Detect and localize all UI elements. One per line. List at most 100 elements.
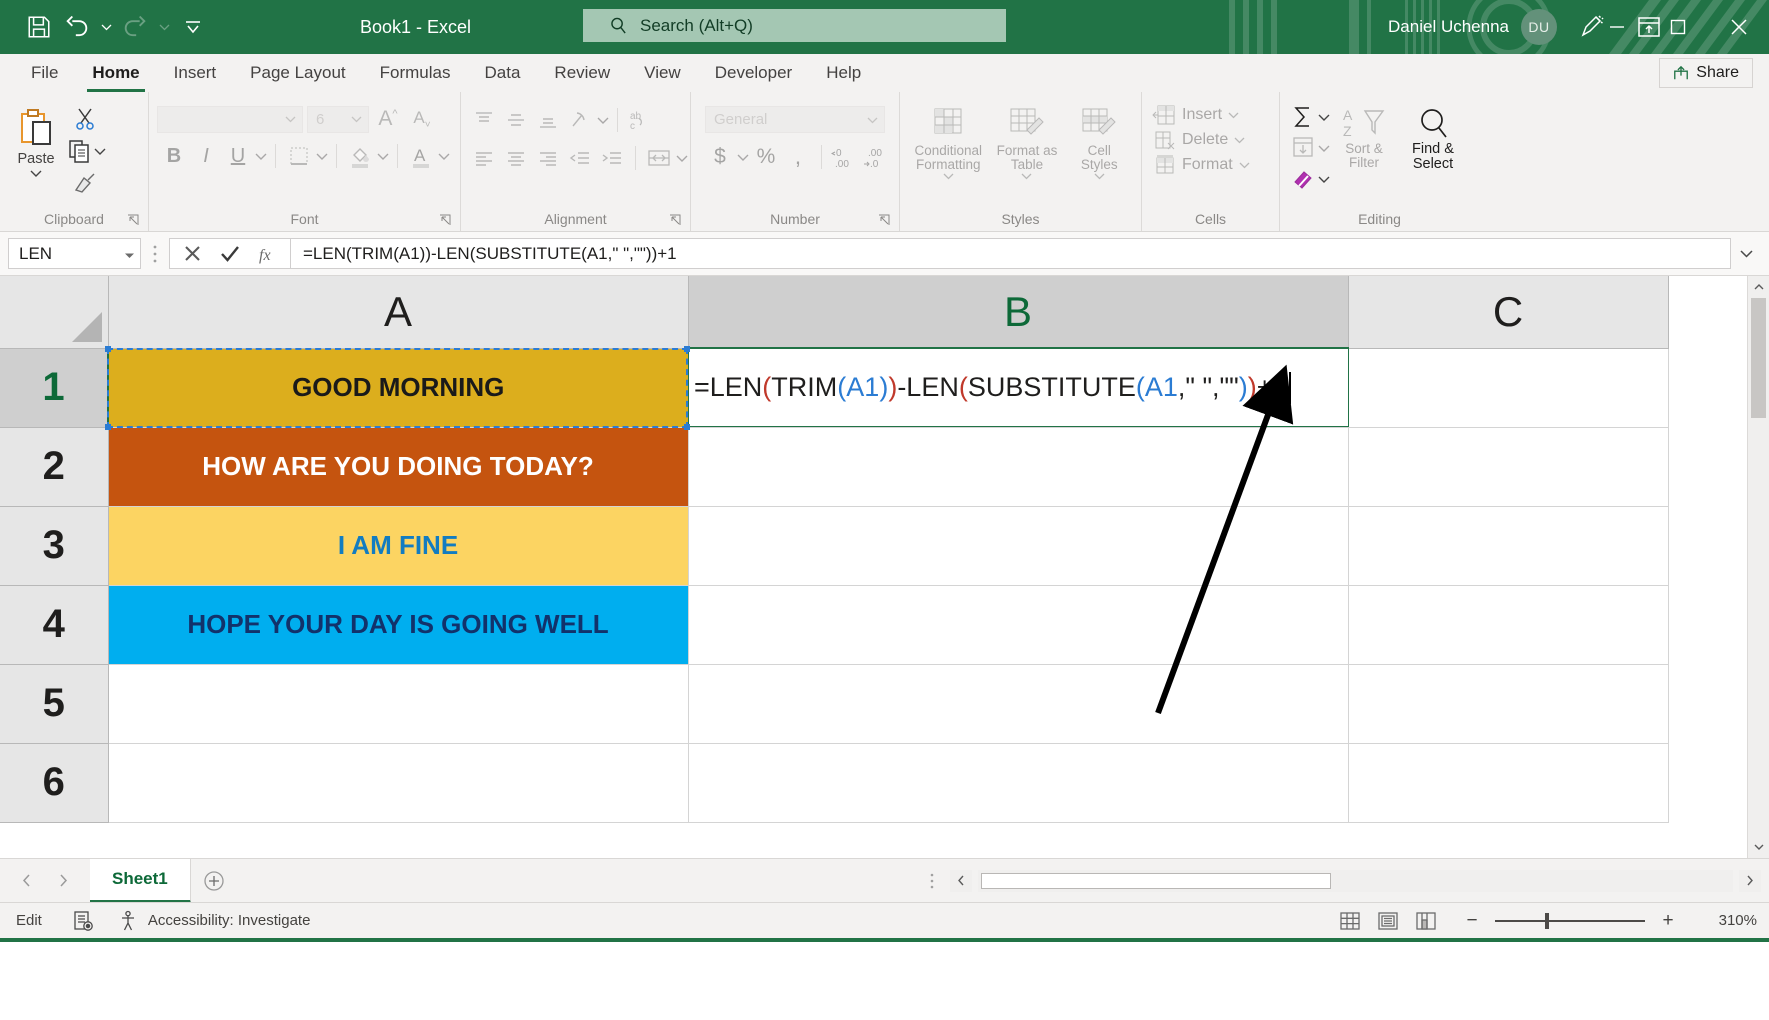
customize-qat-icon[interactable] <box>176 10 210 44</box>
scroll-up-button[interactable] <box>1748 276 1769 298</box>
orientation-dropdown-icon[interactable] <box>597 116 609 125</box>
sheet-tab-sheet1[interactable]: Sheet1 <box>90 859 191 903</box>
align-top-button[interactable] <box>469 105 499 135</box>
percent-button[interactable]: % <box>751 142 781 172</box>
maximize-icon[interactable] <box>1647 0 1708 54</box>
scroll-right-button[interactable] <box>1739 870 1761 892</box>
align-right-button[interactable] <box>533 143 563 173</box>
cancel-x-icon[interactable] <box>174 239 210 268</box>
fill-color-dropdown-icon[interactable] <box>377 152 389 161</box>
undo-dropdown-icon[interactable] <box>98 10 114 44</box>
clipboard-dialog-launcher-icon[interactable] <box>126 213 140 227</box>
enter-check-icon[interactable] <box>212 239 248 268</box>
number-format-combo[interactable]: General <box>705 106 885 133</box>
row-header-1[interactable]: 1 <box>0 348 108 427</box>
zoom-in-button[interactable]: + <box>1657 910 1679 932</box>
worksheet-grid[interactable]: A B C 1 GOOD MORNING 2 HOW ARE YOU DOING… <box>0 276 1747 858</box>
font-color-dropdown-icon[interactable] <box>438 152 450 161</box>
horizontal-scroll-thumb[interactable] <box>981 873 1331 889</box>
zoom-out-button[interactable]: − <box>1461 910 1483 932</box>
expand-formula-bar-icon[interactable] <box>1731 249 1761 258</box>
save-icon[interactable] <box>22 10 56 44</box>
cell-b5[interactable] <box>688 664 1348 743</box>
increase-indent-button[interactable] <box>597 143 627 173</box>
align-left-button[interactable] <box>469 143 499 173</box>
scroll-left-button[interactable] <box>950 870 972 892</box>
tab-developer[interactable]: Developer <box>698 54 810 92</box>
tab-formulas[interactable]: Formulas <box>363 54 468 92</box>
borders-button[interactable] <box>284 141 314 171</box>
share-button[interactable]: Share <box>1659 58 1753 88</box>
insert-cells-button[interactable]: Insert <box>1152 104 1239 126</box>
tab-review[interactable]: Review <box>537 54 627 92</box>
orientation-button[interactable] <box>565 105 595 135</box>
search-box[interactable]: Search (Alt+Q) <box>583 9 1006 42</box>
minimize-icon[interactable] <box>1586 0 1647 54</box>
grow-font-button[interactable]: A^ <box>373 104 403 134</box>
clear-button[interactable] <box>1288 164 1318 194</box>
row-header-5[interactable]: 5 <box>0 664 108 743</box>
cell-a5[interactable] <box>108 664 688 743</box>
underline-button[interactable]: U <box>223 141 253 171</box>
cell-a2[interactable]: HOW ARE YOU DOING TODAY? <box>108 427 688 506</box>
name-box[interactable]: LEN <box>8 238 141 269</box>
cell-a4[interactable]: HOPE YOUR DAY IS GOING WELL <box>108 585 688 664</box>
format-cells-button[interactable]: Format <box>1152 154 1250 176</box>
font-dialog-launcher-icon[interactable] <box>438 213 452 227</box>
fill-color-button[interactable] <box>345 141 375 171</box>
cell-b4[interactable] <box>688 585 1348 664</box>
previous-sheet-icon[interactable] <box>16 870 38 892</box>
accessibility-status[interactable]: Accessibility: Investigate <box>104 910 321 932</box>
merge-and-center-button[interactable] <box>644 143 674 173</box>
align-bottom-button[interactable] <box>533 105 563 135</box>
close-icon[interactable] <box>1708 0 1769 54</box>
next-sheet-icon[interactable] <box>52 870 74 892</box>
zoom-level[interactable]: 310% <box>1691 912 1757 929</box>
format-painter-button[interactable] <box>70 168 100 198</box>
row-header-2[interactable]: 2 <box>0 427 108 506</box>
decrease-indent-button[interactable] <box>565 143 595 173</box>
normal-view-icon[interactable] <box>1333 907 1367 935</box>
vertical-scroll-thumb[interactable] <box>1751 298 1766 418</box>
split-handle[interactable] <box>920 871 944 891</box>
tab-view[interactable]: View <box>627 54 698 92</box>
autosum-dropdown-icon[interactable] <box>1318 113 1330 122</box>
cell-c3[interactable] <box>1348 506 1668 585</box>
account-info[interactable]: Daniel Uchenna DU <box>1388 9 1557 45</box>
row-header-6[interactable]: 6 <box>0 743 108 822</box>
cell-c2[interactable] <box>1348 427 1668 506</box>
underline-dropdown-icon[interactable] <box>255 152 267 161</box>
cell-b3[interactable] <box>688 506 1348 585</box>
undo-icon[interactable] <box>60 10 94 44</box>
row-header-3[interactable]: 3 <box>0 506 108 585</box>
horizontal-scroll-track[interactable] <box>978 870 1733 892</box>
fill-button[interactable] <box>1288 133 1318 163</box>
increase-decimal-button[interactable]: 0.00 <box>830 142 860 172</box>
cell-c5[interactable] <box>1348 664 1668 743</box>
wrap-text-button[interactable]: abc <box>626 105 656 135</box>
row-header-4[interactable]: 4 <box>0 585 108 664</box>
autosum-button[interactable] <box>1288 102 1318 132</box>
cell-b2[interactable] <box>688 427 1348 506</box>
comma-button[interactable]: , <box>783 142 813 172</box>
sort-filter-button[interactable]: AZ Sort & Filter <box>1332 102 1396 174</box>
record-macro-icon[interactable] <box>52 910 104 932</box>
cut-button[interactable] <box>70 104 100 134</box>
format-as-table-button[interactable]: Format as Table <box>990 102 1063 184</box>
alignment-dialog-launcher-icon[interactable] <box>668 213 682 227</box>
cell-a6[interactable] <box>108 743 688 822</box>
copy-dropdown-icon[interactable] <box>94 147 106 156</box>
column-header-b[interactable]: B <box>688 276 1348 348</box>
tab-page-layout[interactable]: Page Layout <box>233 54 362 92</box>
copy-button[interactable] <box>64 136 94 166</box>
delete-cells-button[interactable]: Delete <box>1152 129 1245 151</box>
formula-input[interactable]: =LEN(TRIM(A1))-LEN(SUBSTITUTE(A1," ","")… <box>291 238 1731 269</box>
page-layout-view-icon[interactable] <box>1371 907 1405 935</box>
align-center-button[interactable] <box>501 143 531 173</box>
insert-function-fx-icon[interactable]: fx <box>250 239 286 268</box>
cell-editor-b1[interactable]: =LEN(TRIM(A1))-LEN(SUBSTITUTE(A1," ","")… <box>688 348 1349 427</box>
fill-dropdown-icon[interactable] <box>1318 144 1330 153</box>
tab-home[interactable]: Home <box>75 54 156 92</box>
select-all-corner[interactable] <box>0 276 108 348</box>
name-box-dropdown-icon[interactable] <box>124 244 135 264</box>
